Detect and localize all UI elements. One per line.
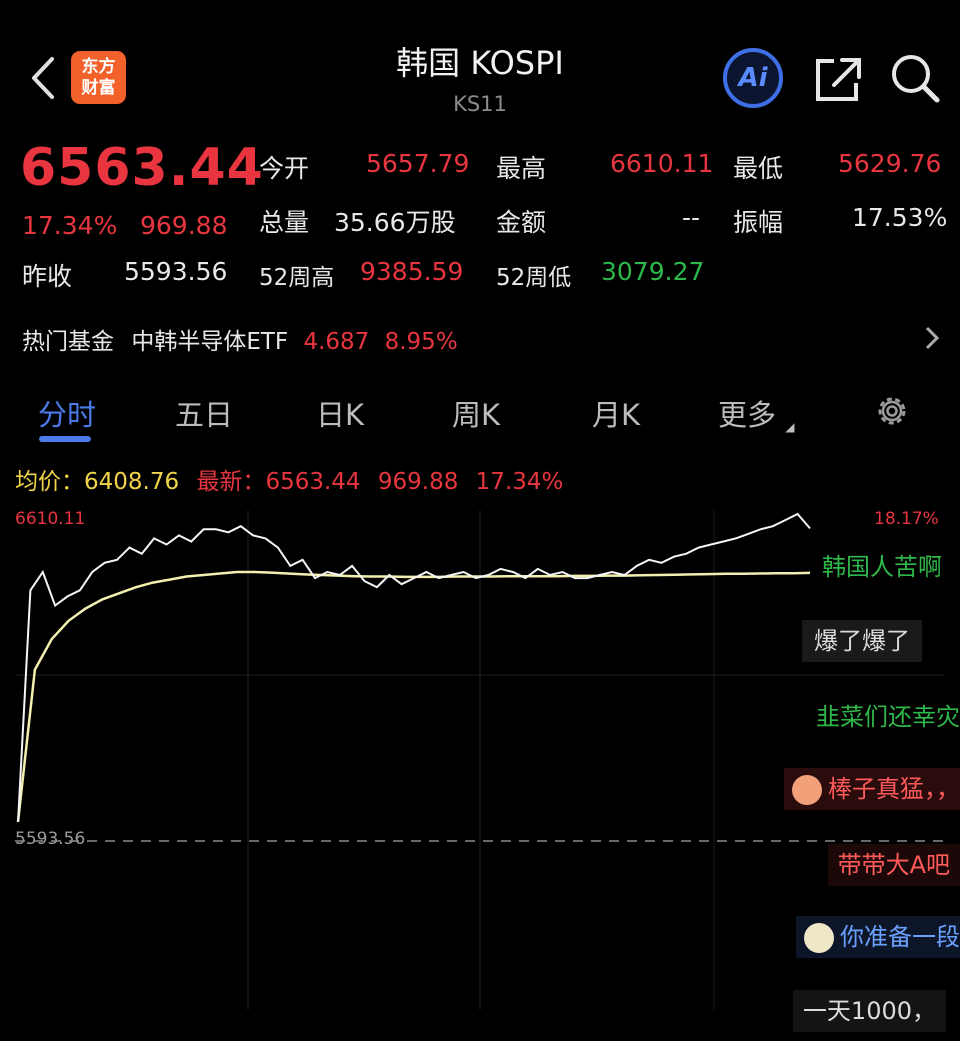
danmaku-item: 韩国人苦啊: [822, 546, 942, 588]
back-icon[interactable]: [28, 55, 58, 101]
open-value: 5657.79: [366, 149, 470, 178]
share-icon[interactable]: [812, 53, 864, 105]
volume-label: 总量: [259, 208, 310, 237]
tab-five-day[interactable]: 五日: [175, 392, 233, 434]
open-label: 今开: [259, 154, 310, 183]
danmaku-text: 爆了爆了: [814, 627, 910, 655]
chevron-right-icon: [925, 326, 940, 350]
ai-assistant-button[interactable]: Ai: [722, 47, 784, 109]
amplitude-value: 17.53%: [852, 203, 948, 232]
prev-close-label: 昨收: [22, 262, 73, 291]
tab-daily-k[interactable]: 日K: [316, 392, 364, 434]
hot-fund-row[interactable]: 热门基金 中韩半导体ETF 4.687 8.95%: [22, 322, 942, 356]
danmaku-item: 棒子真猛，，: [784, 768, 960, 810]
high-label: 最高: [496, 154, 547, 183]
high52-value: 9385.59: [360, 257, 464, 286]
danmaku-item: 你准备一段: [796, 916, 960, 958]
latest-change: 969.88: [377, 469, 459, 495]
hot-fund-price: 4.687: [303, 329, 370, 355]
danmaku-text: 棒子真猛，，: [828, 775, 960, 803]
user-avatar-icon: [792, 775, 822, 805]
amplitude-label: 振幅: [733, 208, 784, 237]
tab-monthly-k[interactable]: 月K: [592, 392, 640, 434]
hot-fund-label: 热门基金: [22, 329, 114, 355]
logo-line2: 财富: [81, 77, 116, 98]
danmaku-text: 韩国人苦啊: [822, 553, 942, 581]
hot-fund-pct: 8.95%: [384, 329, 458, 355]
high-value: 6610.11: [610, 149, 714, 178]
latest-pct: 17.34%: [475, 469, 564, 495]
last-price: 6563.44: [20, 138, 264, 198]
amount-value: --: [682, 203, 701, 232]
user-avatar-icon: [804, 923, 834, 953]
index-code: KS11: [453, 92, 507, 116]
danmaku-text: 韭菜们还幸灾: [816, 703, 960, 731]
page-title: 韩国 KOSPI: [396, 44, 564, 82]
danmaku-text: 带带大A吧: [837, 851, 950, 879]
avg-price-line: [16, 570, 811, 823]
latest-label: 最新：: [196, 469, 266, 495]
logo-line1: 东方: [81, 56, 116, 77]
latest-value: 6563.44: [265, 469, 361, 495]
danmaku-text: 你准备一段: [840, 923, 960, 951]
change-pct: 17.34%: [22, 211, 118, 240]
tab-more[interactable]: 更多 ◢: [718, 392, 794, 434]
danmaku-item: 带带大A吧: [827, 844, 960, 886]
tab-weekly-k[interactable]: 周K: [452, 392, 500, 434]
amount-label: 金额: [496, 208, 547, 237]
danmaku-item: 一天1000，: [792, 990, 946, 1032]
price-line: [17, 512, 811, 823]
danmaku-item: 爆了爆了: [802, 620, 922, 662]
danmaku-item: 韭菜们还幸灾: [816, 696, 960, 738]
high52-label: 52周高: [259, 265, 335, 291]
app-logo: 东方 财富: [71, 51, 126, 104]
low-value: 5629.76: [838, 149, 942, 178]
settings-gear-icon[interactable]: [873, 392, 911, 430]
dropdown-triangle-icon: ◢: [785, 420, 795, 434]
low52-value: 3079.27: [601, 257, 705, 286]
ai-label: Ai: [738, 63, 768, 93]
chart-legend: 均价：6408.76 最新：6563.44 969.88 17.34%: [15, 462, 563, 496]
change-value: 969.88: [140, 211, 228, 240]
active-tab-indicator: [39, 436, 91, 442]
search-icon[interactable]: [889, 52, 941, 104]
avg-price-label: 均价：: [15, 469, 84, 495]
tab-intraday[interactable]: 分时: [38, 392, 96, 434]
hot-fund-name: 中韩半导体ETF: [131, 329, 289, 355]
prev-close-value: 5593.56: [124, 257, 228, 286]
low52-label: 52周低: [496, 265, 572, 291]
tab-more-label: 更多: [718, 398, 777, 432]
avg-price-value: 6408.76: [84, 469, 180, 495]
danmaku-text: 一天1000，: [802, 997, 936, 1025]
volume-value: 35.66万股: [334, 208, 456, 237]
low-label: 最低: [733, 154, 784, 183]
